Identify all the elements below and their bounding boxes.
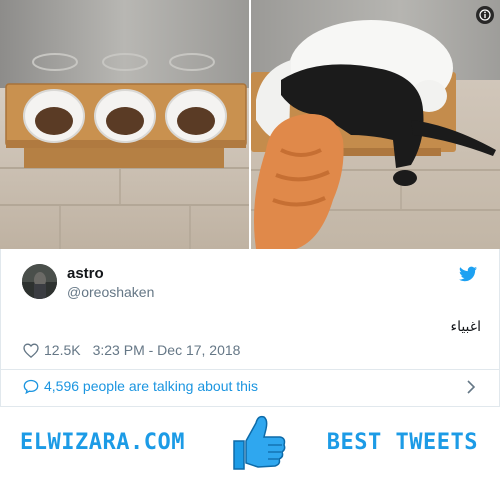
divider <box>1 369 499 370</box>
footer-banner: ELWIZARA.COM BEST TWEETS <box>0 407 500 480</box>
tweet-timestamp[interactable]: 3:23 PM - Dec 17, 2018 <box>93 342 241 358</box>
tweet-card: astro @oreoshaken اغبياء 12.5K 3:23 PM -… <box>0 249 500 407</box>
heart-icon[interactable] <box>23 342 39 358</box>
photo-cat-bowls[interactable] <box>0 0 249 249</box>
tagline: BEST TWEETS <box>326 430 478 455</box>
author-name[interactable]: astro <box>67 265 104 282</box>
info-icon[interactable] <box>476 6 494 24</box>
twitter-bird-icon[interactable] <box>459 266 477 282</box>
tweet-media[interactable] <box>0 0 500 249</box>
conversation-count[interactable]: 4,596 people are talking about this <box>44 378 258 394</box>
site-brand[interactable]: ELWIZARA.COM <box>20 430 185 455</box>
tweet-text: اغبياء <box>450 318 481 334</box>
thumbs-up-icon <box>228 411 288 473</box>
comment-bubble-icon <box>23 379 39 394</box>
tweet-meta: 12.5K 3:23 PM - Dec 17, 2018 <box>23 341 240 359</box>
chevron-right-icon[interactable] <box>467 380 476 394</box>
author-handle[interactable]: @oreoshaken <box>67 284 154 300</box>
conversation-link[interactable]: 4,596 people are talking about this <box>23 378 258 394</box>
avatar[interactable] <box>22 264 57 299</box>
photo-three-cats[interactable] <box>251 0 500 249</box>
like-count[interactable]: 12.5K <box>44 342 81 358</box>
